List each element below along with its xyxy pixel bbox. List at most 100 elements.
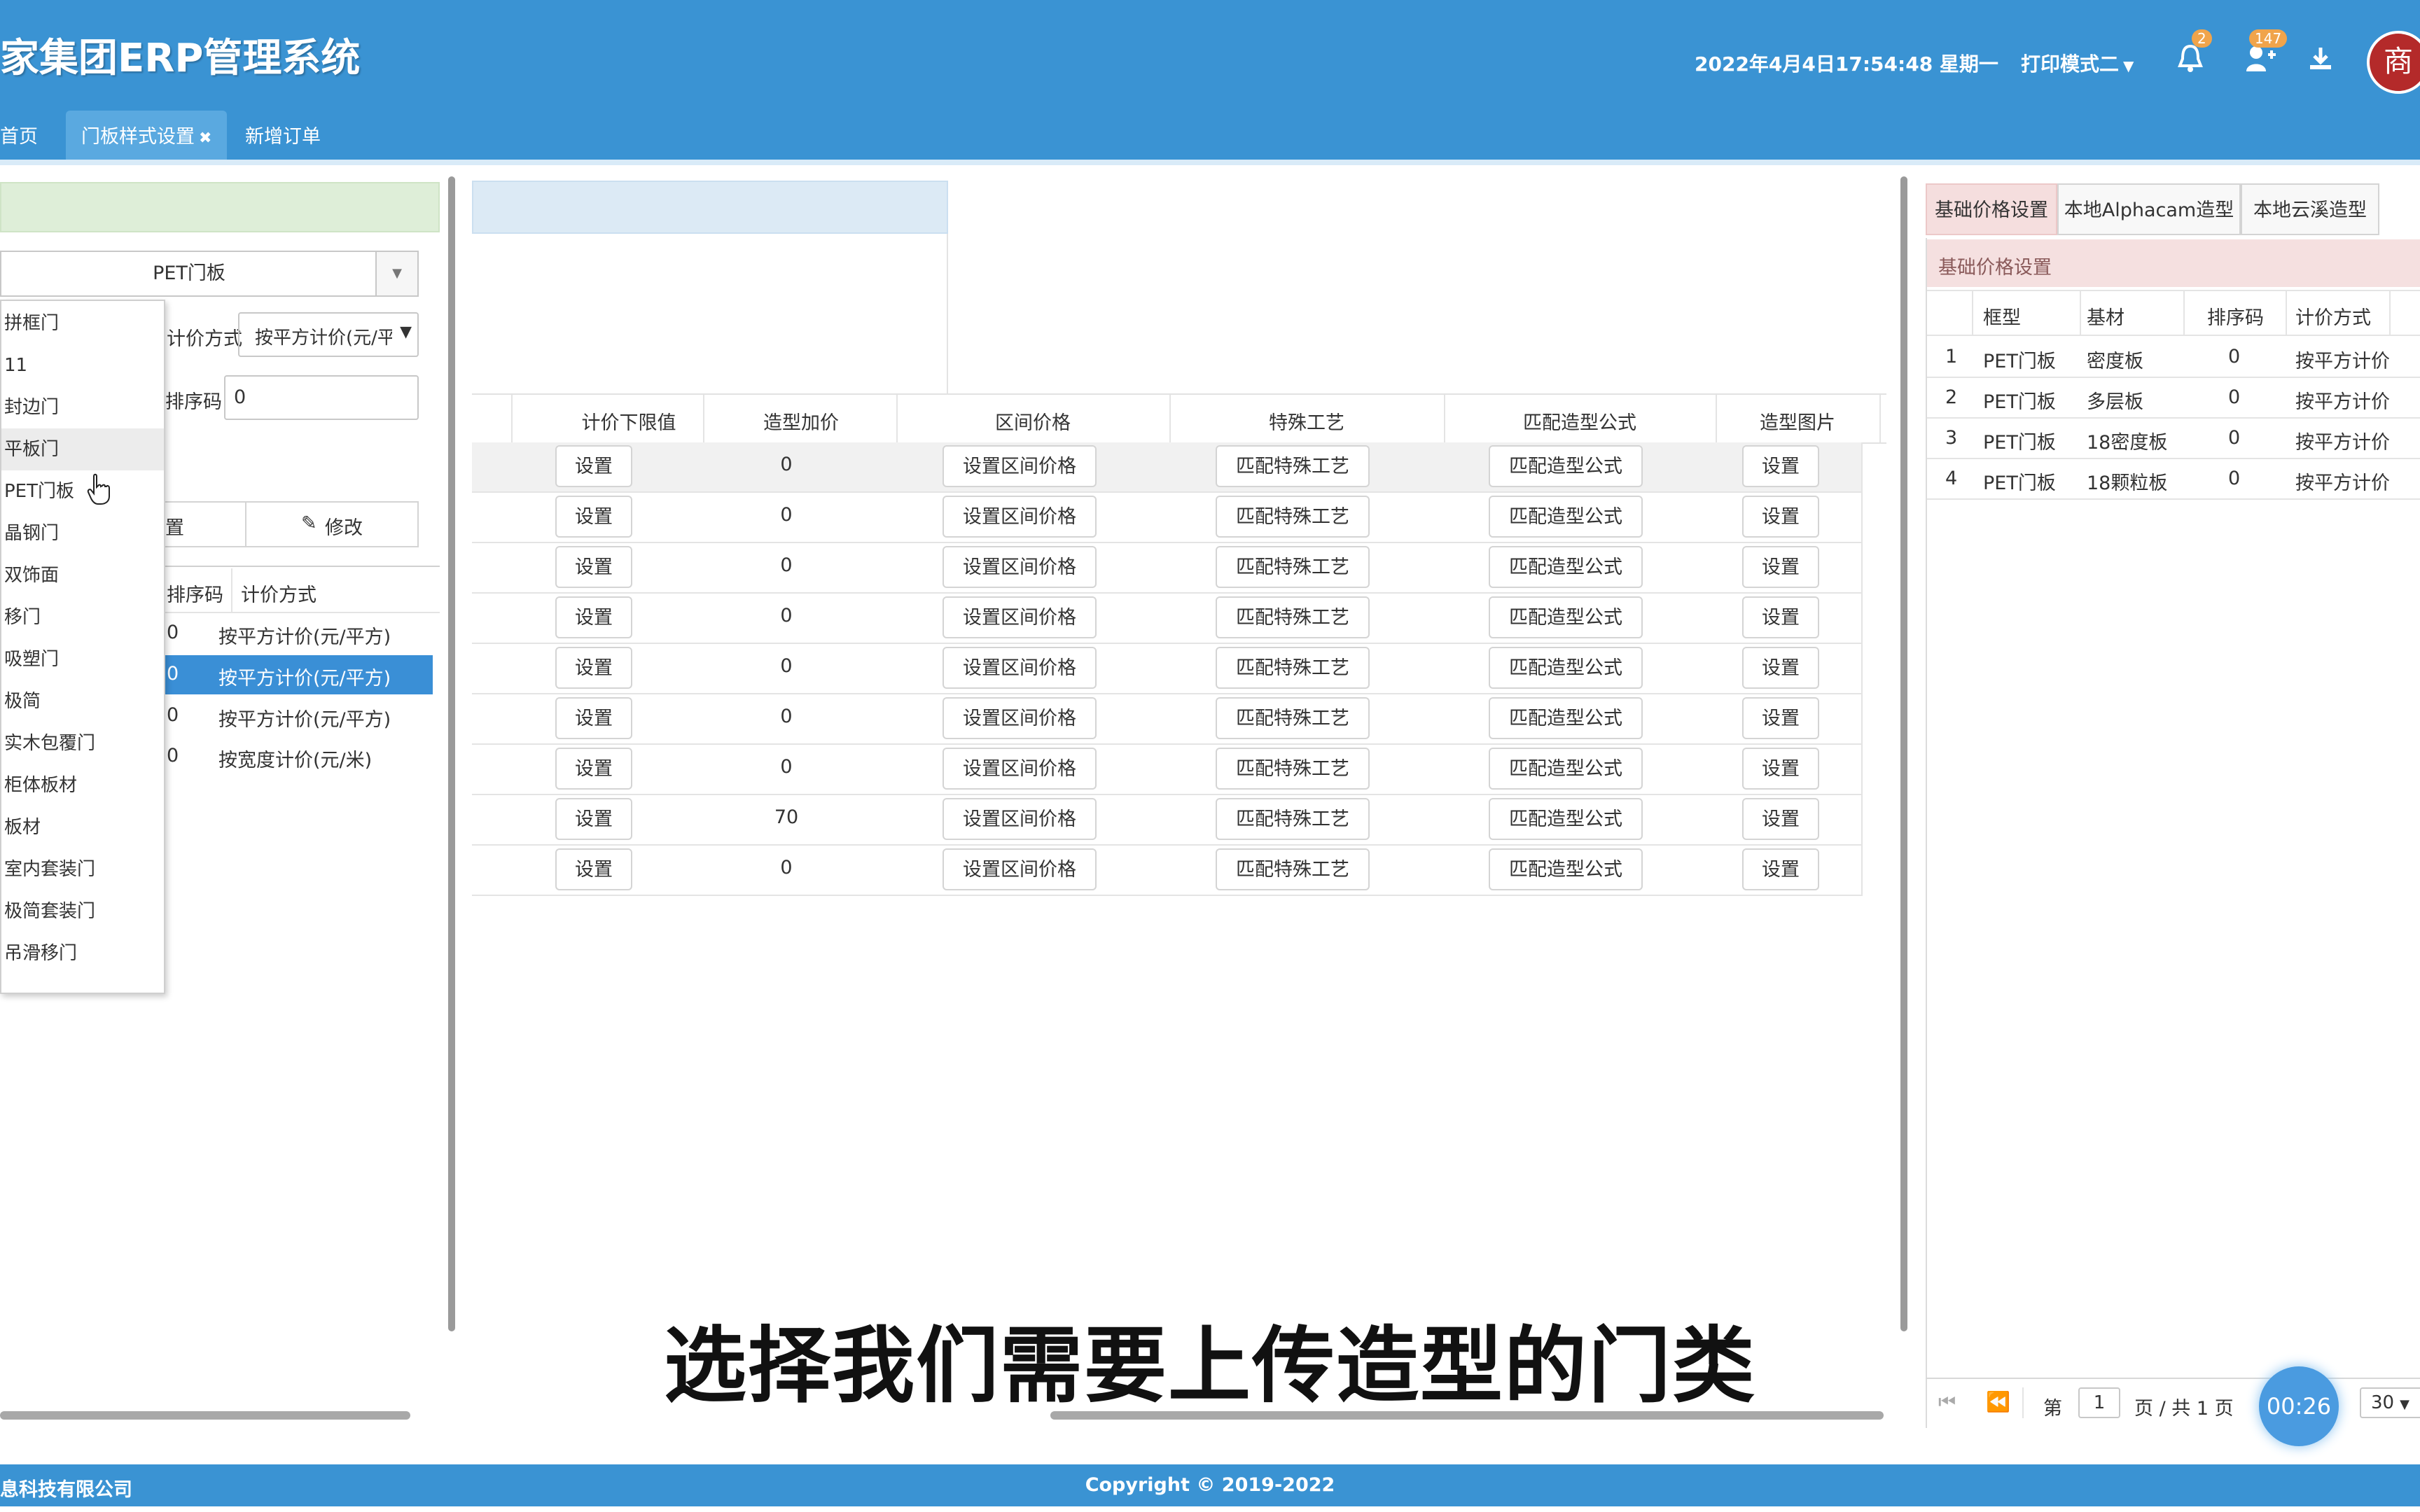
match-shape-formula-button[interactable]: 匹配造型公式 [1489,697,1643,739]
set-shape-image-button[interactable]: 设置 [1742,596,1819,638]
match-special-craft-button[interactable]: 匹配特殊工艺 [1216,848,1370,890]
set-min-price-button[interactable]: 设置 [555,445,632,487]
set-shape-image-button[interactable]: 设置 [1742,848,1819,890]
tab-door-style-settings[interactable]: 门板样式设置 ✖ [66,111,228,164]
grid-method-cell[interactable]: 按平方计价(元/平方) [218,622,391,649]
print-mode-dropdown[interactable]: 打印模式二 ▼ [2021,49,2134,77]
door-type-dropdown[interactable]: 拼框门 11 封边门 平板门 PET门板 晶钢门 双饰面 移门 吸塑门 极简 实… [0,300,165,994]
set-shape-image-button[interactable]: 设置 [1742,496,1819,538]
match-shape-formula-button[interactable]: 匹配造型公式 [1489,496,1643,538]
close-icon[interactable]: ✖ [199,130,211,147]
dropdown-item[interactable]: 极简 [1,680,164,722]
grid-method-cell[interactable]: 按平方计价(元/平方) [218,704,391,732]
dropdown-item[interactable]: 晶钢门 [1,512,164,554]
dropdown-item[interactable]: 室内套装门 [1,848,164,890]
dropdown-item[interactable]: 柜体板材 [1,764,164,806]
set-min-price-button[interactable]: 设置 [555,848,632,890]
set-shape-image-button[interactable]: 设置 [1742,748,1819,790]
set-range-price-button[interactable]: 设置区间价格 [943,496,1097,538]
set-range-price-button[interactable]: 设置区间价格 [943,596,1097,638]
set-min-price-button[interactable]: 设置 [555,496,632,538]
match-special-craft-button[interactable]: 匹配特殊工艺 [1216,496,1370,538]
method-cell[interactable]: 按平方计价 [2295,386,2390,414]
dropdown-item[interactable]: 极简套装门 [1,890,164,932]
sort-code-input[interactable]: 0 [224,375,419,420]
set-range-price-button[interactable]: 设置区间价格 [943,748,1097,790]
divider [1972,291,1973,335]
method-cell[interactable]: 按平方计价 [2295,468,2390,495]
base-material-cell[interactable]: 多层板 [2087,386,2143,414]
download-icon[interactable] [2308,46,2333,71]
match-shape-formula-button[interactable]: 匹配造型公式 [1489,546,1643,588]
base-material-cell[interactable]: 18密度板 [2087,427,2167,454]
set-button[interactable]: 置 [165,501,246,547]
set-min-price-button[interactable]: 设置 [555,546,632,588]
dropdown-item[interactable]: 拼框门 [1,302,164,344]
set-shape-image-button[interactable]: 设置 [1742,647,1819,689]
set-shape-image-button[interactable]: 设置 [1742,445,1819,487]
right-splitter-scrollbar[interactable] [1900,176,1907,1331]
set-min-price-button[interactable]: 设置 [555,748,632,790]
match-special-craft-button[interactable]: 匹配特殊工艺 [1216,647,1370,689]
match-shape-formula-button[interactable]: 匹配造型公式 [1489,748,1643,790]
match-shape-formula-button[interactable]: 匹配造型公式 [1489,647,1643,689]
base-material-cell[interactable]: 密度板 [2087,346,2143,373]
dropdown-item-hovered[interactable]: 平板门 [1,428,164,470]
base-material-cell[interactable]: 18颗粒板 [2087,468,2167,495]
recording-timer[interactable]: 00:26 [2259,1366,2339,1446]
dropdown-item[interactable]: 双饰面 [1,554,164,596]
match-special-craft-button[interactable]: 匹配特殊工艺 [1216,546,1370,588]
dropdown-item[interactable]: 封边门 [1,386,164,428]
set-range-price-button[interactable]: 设置区间价格 [943,697,1097,739]
edit-button[interactable]: ✎ 修改 [246,501,419,547]
dropdown-item[interactable]: 吸塑门 [1,638,164,680]
left-splitter-scrollbar[interactable] [448,176,455,1331]
dropdown-item[interactable]: 移门 [1,596,164,638]
dropdown-item[interactable]: 吊滑移门 [1,932,164,974]
match-shape-formula-button[interactable]: 匹配造型公式 [1489,798,1643,840]
grid-method-cell[interactable]: 按平方计价(元/平方) [218,663,391,690]
set-min-price-button[interactable]: 设置 [555,596,632,638]
match-special-craft-button[interactable]: 匹配特殊工艺 [1216,697,1370,739]
match-shape-formula-button[interactable]: 匹配造型公式 [1489,848,1643,890]
match-special-craft-button[interactable]: 匹配特殊工艺 [1216,596,1370,638]
tab-local-alphacam-shape[interactable]: 本地Alphacam造型 [2057,183,2241,235]
tab-new-order[interactable]: 新增订单 [245,111,321,164]
grid-method-cell[interactable]: 按宽度计价(元/米) [218,745,372,772]
bell-icon[interactable] [2176,43,2204,74]
set-range-price-button[interactable]: 设置区间价格 [943,445,1097,487]
set-shape-image-button[interactable]: 设置 [1742,798,1819,840]
set-min-price-button[interactable]: 设置 [555,697,632,739]
frame-cell[interactable]: PET门板 [1983,346,2056,373]
tab-home[interactable]: 首页 [0,111,38,164]
pricing-method-select[interactable]: 按平方计价(元/平方) ▼ [238,312,419,357]
dropdown-item[interactable]: 板材 [1,806,164,848]
match-shape-formula-button[interactable]: 匹配造型公式 [1489,445,1643,487]
divider [1169,395,1171,442]
tab-local-yunxi-shape[interactable]: 本地云溪造型 [2241,183,2379,235]
frame-cell[interactable]: PET门板 [1983,386,2056,414]
set-range-price-button[interactable]: 设置区间价格 [943,848,1097,890]
match-special-craft-button[interactable]: 匹配特殊工艺 [1216,748,1370,790]
frame-cell[interactable]: PET门板 [1983,468,2056,495]
set-range-price-button[interactable]: 设置区间价格 [943,546,1097,588]
match-shape-formula-button[interactable]: 匹配造型公式 [1489,596,1643,638]
set-range-price-button[interactable]: 设置区间价格 [943,798,1097,840]
door-type-select[interactable]: PET门板 ▼ [0,251,419,297]
set-range-price-button[interactable]: 设置区间价格 [943,647,1097,689]
set-shape-image-button[interactable]: 设置 [1742,697,1819,739]
set-min-price-button[interactable]: 设置 [555,647,632,689]
tab-base-price-settings[interactable]: 基础价格设置 [1926,183,2057,235]
method-cell[interactable]: 按平方计价 [2295,427,2390,454]
match-special-craft-button[interactable]: 匹配特殊工艺 [1216,445,1370,487]
users-icon[interactable] [2245,45,2277,73]
caret-down-icon[interactable]: ▼ [375,252,417,295]
dropdown-item[interactable]: 实木包覆门 [1,722,164,764]
set-min-price-button[interactable]: 设置 [555,798,632,840]
frame-cell[interactable]: PET门板 [1983,427,2056,454]
method-cell[interactable]: 按平方计价 [2295,346,2390,373]
dropdown-item[interactable]: 11 [1,344,164,386]
dropdown-item[interactable]: PET门板 [1,470,164,512]
set-shape-image-button[interactable]: 设置 [1742,546,1819,588]
match-special-craft-button[interactable]: 匹配特殊工艺 [1216,798,1370,840]
